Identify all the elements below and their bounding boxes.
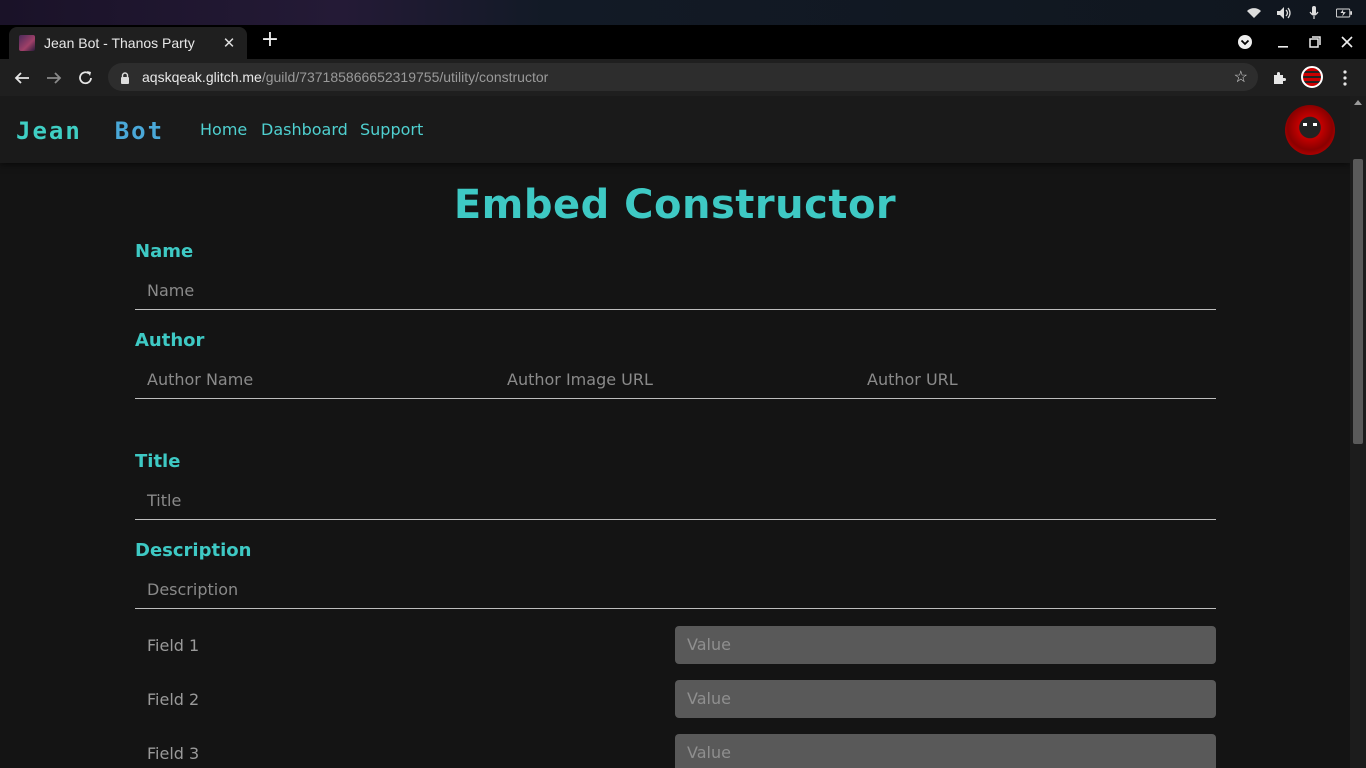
back-icon[interactable] xyxy=(9,65,35,91)
author-input-group: Author Name Author Image URL Author URL xyxy=(135,361,1216,399)
scroll-up-arrow-icon[interactable] xyxy=(1354,100,1362,105)
browser-tab[interactable]: Jean Bot - Thanos Party ✕ xyxy=(9,27,247,59)
close-tab-icon[interactable]: ✕ xyxy=(221,34,237,52)
field-3-value-input[interactable]: Value xyxy=(675,734,1216,768)
tab-search-icon[interactable] xyxy=(1230,25,1260,59)
url-host: aqskqeak.glitch.me xyxy=(142,69,262,85)
microphone-icon[interactable] xyxy=(1306,5,1322,20)
extensions-icon[interactable] xyxy=(1268,67,1290,89)
description-input[interactable]: Description xyxy=(135,571,1216,609)
title-input[interactable]: Title xyxy=(135,482,1216,520)
browser-tab-strip: Jean Bot - Thanos Party ✕ + xyxy=(0,25,1366,59)
description-placeholder: Description xyxy=(147,580,239,599)
wifi-icon[interactable] xyxy=(1246,6,1262,20)
field-2-value-placeholder: Value xyxy=(687,689,731,708)
bookmark-star-icon[interactable]: ☆ xyxy=(1234,67,1248,87)
reload-icon[interactable] xyxy=(73,65,99,91)
scrollbar-thumb[interactable] xyxy=(1353,159,1363,444)
close-window-icon[interactable] xyxy=(1332,25,1362,59)
site-navbar: Jean Bot Home Dashboard Support xyxy=(0,96,1350,163)
title-label: Title xyxy=(135,451,181,472)
site-logo[interactable]: Jean Bot xyxy=(16,117,164,145)
battery-icon[interactable] xyxy=(1336,6,1352,20)
nav-home-link[interactable]: Home xyxy=(200,120,247,139)
field-1-name-input[interactable]: Field 1 xyxy=(147,636,199,655)
field-1-value-input[interactable]: Value xyxy=(675,626,1216,664)
url-path: /guild/737185866652319755/utility/constr… xyxy=(261,69,549,85)
user-avatar[interactable] xyxy=(1285,105,1335,155)
author-name-input[interactable]: Author Name xyxy=(147,370,253,389)
page-content: Jean Bot Home Dashboard Support Embed Co… xyxy=(0,96,1350,768)
field-2-name-input[interactable]: Field 2 xyxy=(147,690,199,709)
description-label: Description xyxy=(135,540,252,561)
browser-toolbar: aqskqeak.glitch.me/guild/737185866652319… xyxy=(0,59,1366,96)
logo-bot: Bot xyxy=(114,117,165,145)
os-status-bar xyxy=(0,0,1366,25)
address-bar[interactable]: aqskqeak.glitch.me/guild/737185866652319… xyxy=(108,63,1258,91)
page-title: Embed Constructor xyxy=(453,182,897,228)
author-image-url-input[interactable]: Author Image URL xyxy=(507,370,653,389)
title-placeholder: Title xyxy=(147,491,182,510)
name-input[interactable]: Name xyxy=(135,272,1216,310)
author-label: Author xyxy=(135,330,205,351)
menu-icon[interactable] xyxy=(1334,67,1356,89)
favicon-icon xyxy=(19,35,35,51)
minimize-icon[interactable] xyxy=(1268,25,1298,59)
tab-title: Jean Bot - Thanos Party xyxy=(44,35,195,51)
field-3-value-placeholder: Value xyxy=(687,743,731,762)
field-2-value-input[interactable]: Value xyxy=(675,680,1216,718)
nav-dashboard-link[interactable]: Dashboard xyxy=(261,120,348,139)
new-tab-icon[interactable]: + xyxy=(259,29,281,52)
restore-icon[interactable] xyxy=(1300,25,1330,59)
profile-avatar[interactable] xyxy=(1301,66,1323,88)
logo-jean: Jean xyxy=(16,117,82,145)
nav-support-link[interactable]: Support xyxy=(360,120,423,139)
name-label: Name xyxy=(135,241,194,262)
lock-icon[interactable] xyxy=(120,71,130,84)
field-1-value-placeholder: Value xyxy=(687,635,731,654)
name-placeholder: Name xyxy=(147,281,195,300)
author-url-input[interactable]: Author URL xyxy=(867,370,958,389)
volume-icon[interactable] xyxy=(1276,6,1292,20)
page-scrollbar[interactable] xyxy=(1350,96,1366,768)
forward-icon[interactable] xyxy=(41,65,67,91)
field-3-name-input[interactable]: Field 3 xyxy=(147,744,199,763)
